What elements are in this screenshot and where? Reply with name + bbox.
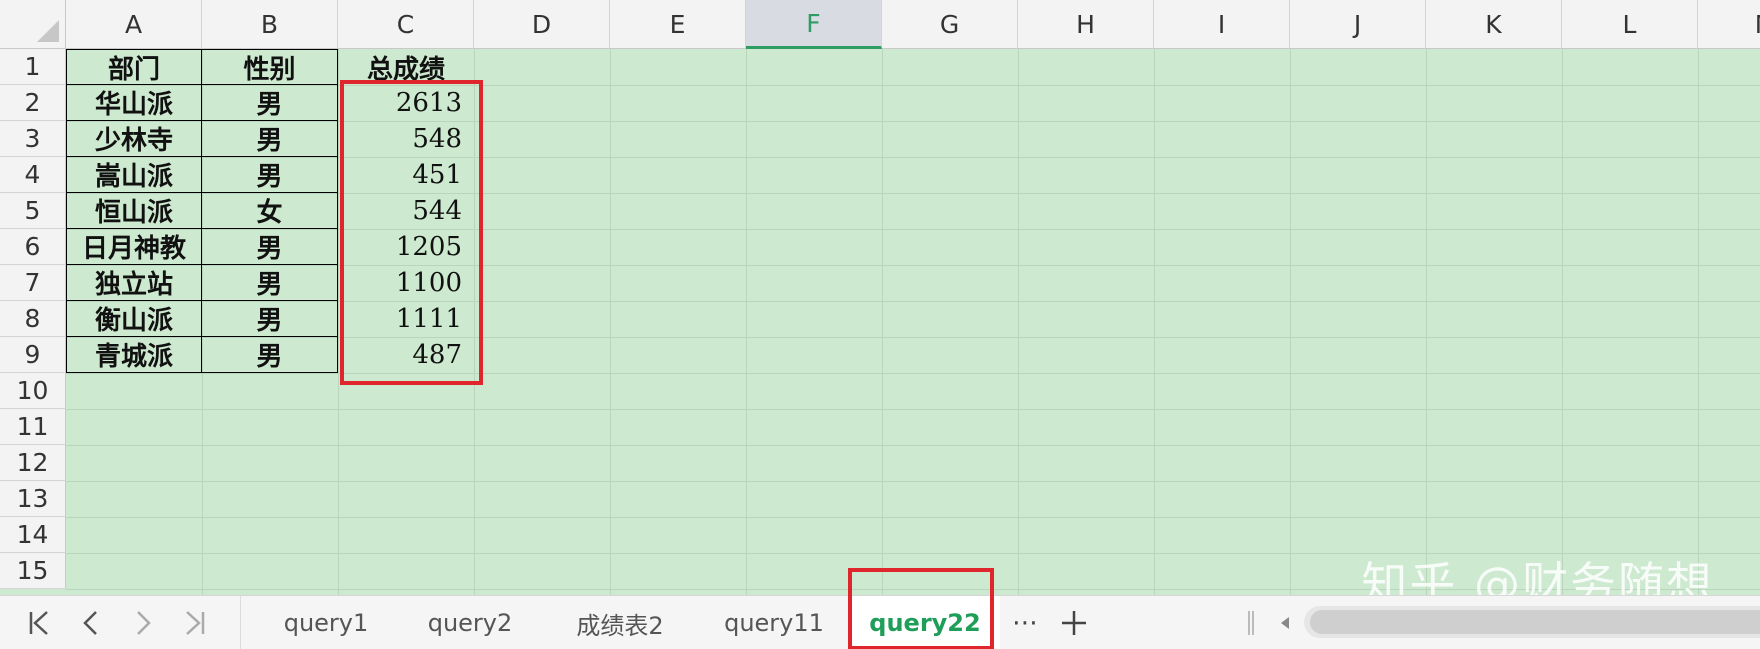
column-header-e[interactable]: E bbox=[610, 0, 746, 49]
cell-gender[interactable]: 男 bbox=[202, 265, 338, 301]
cell-gender[interactable]: 男 bbox=[202, 337, 338, 373]
active-tab-highlight-box bbox=[848, 568, 994, 649]
column-header-h[interactable]: H bbox=[1018, 0, 1154, 49]
cell-department[interactable]: 衡山派 bbox=[66, 301, 202, 337]
cell-gender[interactable]: 男 bbox=[202, 85, 338, 121]
row-header-13[interactable]: 13 bbox=[0, 481, 66, 517]
cell-department[interactable]: 独立站 bbox=[66, 265, 202, 301]
column-header-c[interactable]: C bbox=[338, 0, 474, 49]
column-header-j[interactable]: J bbox=[1290, 0, 1426, 49]
cell-department[interactable]: 少林寺 bbox=[66, 121, 202, 157]
tab-separator bbox=[240, 596, 241, 649]
header-cell-gender[interactable]: 性别 bbox=[202, 49, 338, 85]
row-header-8[interactable]: 8 bbox=[0, 301, 66, 337]
row-header-1[interactable]: 1 bbox=[0, 49, 66, 85]
cell-gender[interactable]: 男 bbox=[202, 157, 338, 193]
column-header-m[interactable]: M bbox=[1698, 0, 1760, 49]
gridline-vertical bbox=[1426, 49, 1427, 595]
sheet-tab-4[interactable]: query11 bbox=[698, 596, 850, 649]
row-header-6[interactable]: 6 bbox=[0, 229, 66, 265]
gridline-horizontal bbox=[66, 445, 1760, 446]
gridline-horizontal bbox=[66, 517, 1760, 518]
gridline-vertical bbox=[1290, 49, 1291, 595]
row-header-9[interactable]: 9 bbox=[0, 337, 66, 373]
next-sheet-icon[interactable] bbox=[126, 604, 160, 642]
column-header-a[interactable]: A bbox=[66, 0, 202, 49]
row-header-14[interactable]: 14 bbox=[0, 517, 66, 553]
plus-icon[interactable] bbox=[1055, 604, 1093, 642]
sheet-tab-bar: query1 query2 成绩表2 query11 query22 ⋯ bbox=[0, 568, 1760, 649]
row-header-5[interactable]: 5 bbox=[0, 193, 66, 229]
row-header-4[interactable]: 4 bbox=[0, 157, 66, 193]
select-all-triangle-icon bbox=[37, 20, 59, 42]
column-header-d[interactable]: D bbox=[474, 0, 610, 49]
row-header-12[interactable]: 12 bbox=[0, 445, 66, 481]
gridline-vertical bbox=[882, 49, 883, 595]
column-header-k[interactable]: K bbox=[1426, 0, 1562, 49]
cell-department[interactable]: 青城派 bbox=[66, 337, 202, 373]
row-header-3[interactable]: 3 bbox=[0, 121, 66, 157]
cell-department[interactable]: 嵩山派 bbox=[66, 157, 202, 193]
row-header-7[interactable]: 7 bbox=[0, 265, 66, 301]
total-score-highlight-box bbox=[340, 80, 483, 385]
gridline-vertical bbox=[610, 49, 611, 595]
select-all-corner[interactable] bbox=[0, 0, 66, 49]
cell-gender[interactable]: 女 bbox=[202, 193, 338, 229]
sheet-tab-1[interactable]: query1 bbox=[256, 596, 396, 649]
row-header-11[interactable]: 11 bbox=[0, 409, 66, 445]
watermark: 知乎 @财务随想 bbox=[1361, 557, 1714, 595]
cell-gender[interactable]: 男 bbox=[202, 301, 338, 337]
spreadsheet-grid[interactable]: ABCDEFGHIJKLM 123456789101112131415 部门性别… bbox=[0, 0, 1760, 595]
header-cell-department[interactable]: 部门 bbox=[66, 49, 202, 85]
scroll-left-icon[interactable] bbox=[1270, 608, 1300, 638]
column-header-i[interactable]: I bbox=[1154, 0, 1290, 49]
gridline-vertical bbox=[746, 49, 747, 595]
more-tabs-button[interactable]: ⋯ bbox=[1005, 596, 1045, 649]
cell-gender[interactable]: 男 bbox=[202, 121, 338, 157]
gridline-horizontal bbox=[66, 481, 1760, 482]
row-header-2[interactable]: 2 bbox=[0, 85, 66, 121]
sheet-tab-2[interactable]: query2 bbox=[400, 596, 540, 649]
gridline-vertical bbox=[1698, 49, 1699, 595]
gridline-horizontal bbox=[66, 373, 1760, 374]
cell-department[interactable]: 华山派 bbox=[66, 85, 202, 121]
cell-department[interactable]: 恒山派 bbox=[66, 193, 202, 229]
cell-department[interactable]: 日月神教 bbox=[66, 229, 202, 265]
tab-split-handle[interactable] bbox=[1248, 611, 1254, 635]
row-header-15[interactable]: 15 bbox=[0, 553, 66, 589]
gridline-vertical bbox=[1562, 49, 1563, 595]
gridline-vertical bbox=[1154, 49, 1155, 595]
first-sheet-icon[interactable] bbox=[22, 604, 56, 642]
column-header-b[interactable]: B bbox=[202, 0, 338, 49]
row-header-10[interactable]: 10 bbox=[0, 373, 66, 409]
prev-sheet-icon[interactable] bbox=[74, 604, 108, 642]
gridline-vertical bbox=[1018, 49, 1019, 595]
column-header-l[interactable]: L bbox=[1562, 0, 1698, 49]
last-sheet-icon[interactable] bbox=[178, 604, 212, 642]
gridline-horizontal bbox=[66, 409, 1760, 410]
cell-gender[interactable]: 男 bbox=[202, 229, 338, 265]
horizontal-scrollbar-thumb[interactable] bbox=[1310, 610, 1760, 634]
column-header-f[interactable]: F bbox=[746, 0, 882, 49]
column-header-g[interactable]: G bbox=[882, 0, 1018, 49]
sheet-tab-3[interactable]: 成绩表2 bbox=[542, 596, 698, 649]
